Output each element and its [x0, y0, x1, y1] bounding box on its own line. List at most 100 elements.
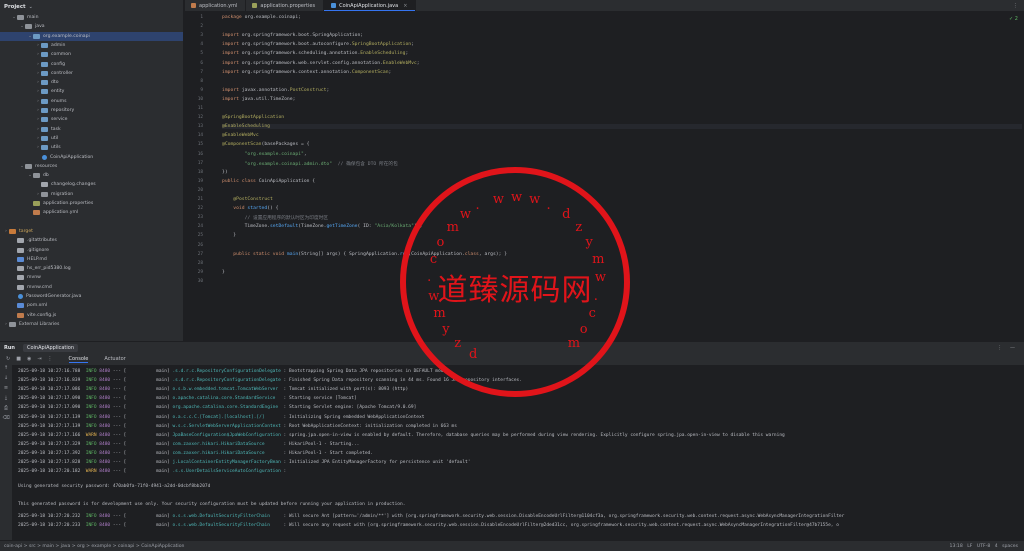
- soft-wrap-icon[interactable]: ≡: [0, 385, 12, 395]
- stop-icon[interactable]: ■: [16, 356, 21, 362]
- tree-item-label: controller: [51, 70, 73, 76]
- tree-item-label: .gitattributes: [27, 238, 57, 244]
- log-line: 2025-09-18 10:27:17.086 INFO 8480 --- [ …: [18, 387, 409, 393]
- tree-item[interactable]: application.properties: [0, 199, 183, 208]
- tree-item[interactable]: [0, 218, 183, 227]
- tree-item-label: enums: [51, 98, 67, 104]
- tree-item[interactable]: › migration: [0, 190, 183, 199]
- tree-item[interactable]: › dto: [0, 78, 183, 87]
- pkg-icon: [41, 52, 48, 58]
- line-number: 13: [197, 124, 203, 130]
- code-line: public class CoinApiApplication {: [222, 178, 316, 184]
- code-line: import javax.annotation.PostConstruct;: [222, 87, 330, 93]
- line-number: 18: [197, 169, 203, 175]
- tree-item[interactable]: changelog.changes: [0, 180, 183, 189]
- down-arrow-icon[interactable]: ↓: [0, 375, 12, 385]
- line-number: 4: [200, 42, 203, 48]
- camera-icon[interactable]: ◉: [27, 356, 31, 362]
- trash-icon[interactable]: ⌫: [0, 415, 12, 425]
- tree-item[interactable]: › admin: [0, 41, 183, 50]
- tree-item[interactable]: mvnw.cmd: [0, 283, 183, 292]
- tree-item[interactable]: CoinApiApplication: [0, 153, 183, 162]
- pkg-icon: [41, 117, 48, 123]
- tree-item[interactable]: › config: [0, 60, 183, 69]
- tree-item[interactable]: › common: [0, 50, 183, 59]
- line-number: 15: [197, 142, 203, 148]
- run-title: Run: [4, 344, 15, 351]
- tree-item[interactable]: ⌄ resources: [0, 162, 183, 171]
- log-line: 2025-09-18 10:27:17.329 INFO 8480 --- [ …: [18, 441, 360, 447]
- log-line: 2025-09-18 10:27:17.139 INFO 8480 --- [ …: [18, 414, 425, 420]
- run-config-tab[interactable]: CoinApiApplication: [22, 343, 79, 352]
- tree-item[interactable]: vite.config.js: [0, 311, 183, 320]
- editor-tabs: application.yml application.properties Coi…: [185, 0, 1024, 12]
- chevron-down-icon[interactable]: ⌄: [29, 4, 33, 10]
- tab-application-properties[interactable]: application.properties: [246, 0, 325, 11]
- tree-item[interactable]: .gitignore: [0, 246, 183, 255]
- exit-icon[interactable]: ⇥: [37, 356, 41, 362]
- tree-item-label: service: [51, 117, 68, 123]
- tree-item-label: db: [43, 173, 49, 179]
- tree-item[interactable]: › task: [0, 125, 183, 134]
- md-icon: [17, 256, 24, 262]
- tree-item[interactable]: mvnw: [0, 273, 183, 282]
- line-number: 5: [200, 51, 203, 57]
- line-number: 20: [197, 187, 203, 193]
- tree-item[interactable]: pom.xml: [0, 301, 183, 310]
- tree-item[interactable]: hs_err_pid5380.log: [0, 264, 183, 273]
- tree-item[interactable]: ⌄ org.example.coinapi: [0, 31, 183, 41]
- log-line: 2025-09-18 10:27:17.090 INFO 8480 --- [ …: [18, 405, 417, 411]
- tree-item[interactable]: PasswordGenerator.java: [0, 292, 183, 301]
- log-line: 2025-09-18 10:27:16.839 INFO 8480 --- [ …: [18, 378, 522, 384]
- tree-item[interactable]: › repository: [0, 106, 183, 115]
- tree-item[interactable]: › controller: [0, 69, 183, 78]
- tab-application-yml[interactable]: application.yml: [185, 0, 247, 11]
- up-arrow-icon[interactable]: ↑: [0, 365, 12, 375]
- tree-item-label: HELP.md: [27, 256, 47, 262]
- status-breadcrumb[interactable]: coin-api > src > main > java > org > exa…: [4, 544, 184, 549]
- more-tabs-icon[interactable]: ⋮: [1013, 0, 1024, 11]
- code-line: void started() {: [233, 206, 279, 212]
- status-bar: coin-api > src > main > java > org > exa…: [0, 540, 1024, 551]
- tree-item-label: util: [51, 135, 59, 141]
- tab-coinapiapplication-java[interactable]: CoinApiApplication.java ×: [324, 0, 417, 11]
- tree-item-label: PasswordGenerator.java: [26, 294, 82, 299]
- run-toolbar: ↻ ■ ◉ ⇥ ⋮ Console Actuator: [0, 353, 1024, 365]
- tree-item[interactable]: application.yml: [0, 208, 183, 217]
- tab-actuator[interactable]: Actuator: [104, 356, 125, 362]
- line-number: 23: [197, 215, 203, 221]
- tree-item[interactable]: › External Libraries: [0, 320, 183, 329]
- tree-item[interactable]: ⌄ java: [0, 22, 183, 31]
- line-number: 26: [197, 242, 203, 248]
- tree-item-label: vite.config.js: [27, 312, 57, 318]
- code-line: import org.springframework.scheduling.an…: [222, 51, 409, 57]
- tree-item[interactable]: › enums: [0, 97, 183, 106]
- scroll-end-icon[interactable]: ⤓: [0, 395, 12, 405]
- tree-item-label: org.example.coinapi: [43, 33, 90, 39]
- tree-item[interactable]: › entity: [0, 87, 183, 96]
- console-output[interactable]: 2025-09-18 10:27:16.788 INFO 8480 --- [ …: [12, 365, 1024, 540]
- inspection-widget[interactable]: ✓ 2: [1009, 16, 1018, 22]
- window-controls-icon[interactable]: ⋮ —: [997, 345, 1018, 351]
- tree-item[interactable]: › utils: [0, 143, 183, 152]
- tree-item[interactable]: › service: [0, 115, 183, 124]
- tab-console[interactable]: Console: [68, 356, 89, 363]
- status-info[interactable]: 13:18 LF UTF-8 4 spaces: [950, 544, 1018, 549]
- rerun-icon[interactable]: ↻: [6, 356, 10, 362]
- code-line: import org.springframework.boot.autoconf…: [222, 42, 414, 48]
- more-icon[interactable]: ⋮: [48, 356, 53, 362]
- pkg-icon: [41, 89, 48, 95]
- tree-item[interactable]: › util: [0, 134, 183, 143]
- tree-item[interactable]: HELP.md: [0, 255, 183, 264]
- project-header[interactable]: Project ⌄: [0, 0, 183, 13]
- tree-item[interactable]: › target: [0, 227, 183, 236]
- code-line: }: [222, 233, 237, 239]
- tree-item[interactable]: ⌄ main: [0, 13, 183, 22]
- code-editor[interactable]: ✓ 2 1 package org.example.coinapi; 2 3 impor…: [185, 12, 1024, 341]
- tree-item[interactable]: .gitattributes: [0, 236, 183, 245]
- tree-item[interactable]: ⌄ db: [0, 171, 183, 180]
- close-icon[interactable]: ×: [403, 3, 407, 9]
- print-icon[interactable]: ⎙: [0, 405, 12, 415]
- line-number: 14: [197, 133, 203, 139]
- line-number: 19: [197, 178, 203, 184]
